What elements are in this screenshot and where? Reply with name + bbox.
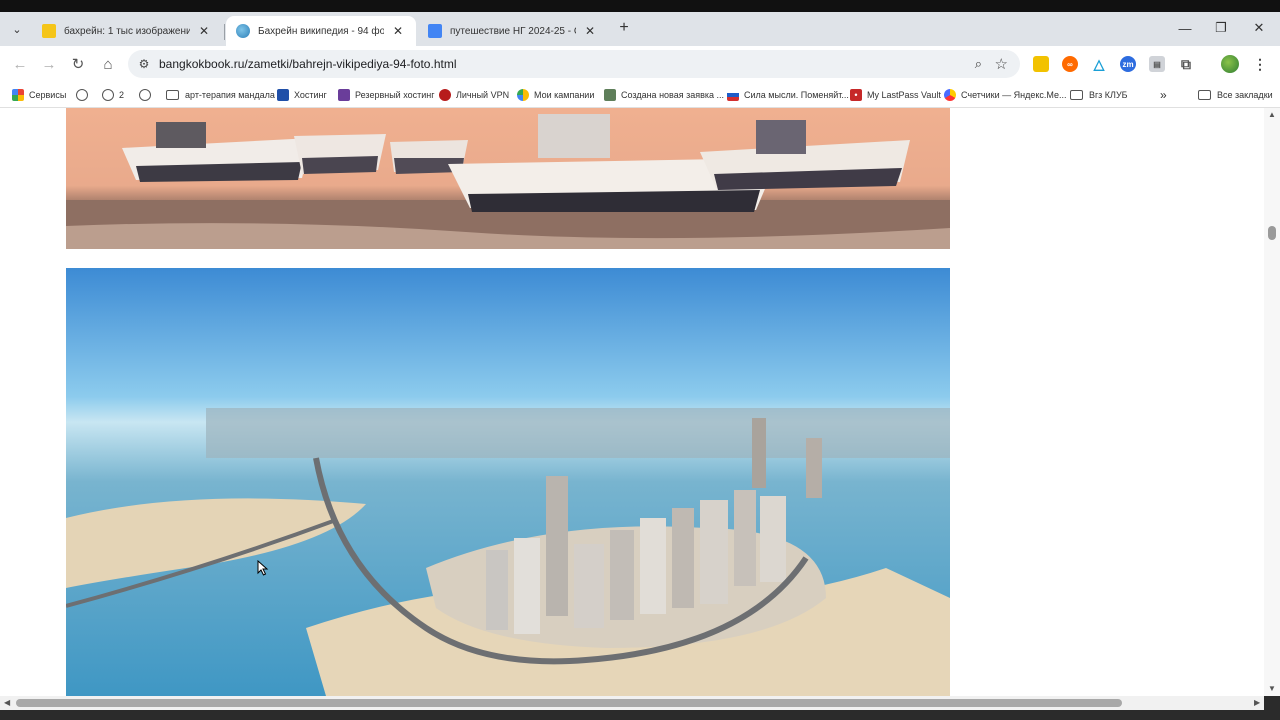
bookmark-star-icon[interactable]: ☆ [995, 55, 1008, 73]
bookmark-label: 2 [119, 90, 125, 100]
boats-photo [66, 108, 950, 249]
zoom-icon[interactable]: ⌕ [975, 56, 982, 72]
scroll-up-arrow-icon[interactable]: ▲ [1268, 110, 1276, 119]
bookmark-backup-hosting[interactable]: Резервный хостинг [338, 87, 435, 103]
campaigns-icon [517, 89, 529, 101]
globe-favicon-icon [236, 24, 250, 38]
backup-hosting-icon [338, 89, 350, 101]
bookmark-label: Все закладки [1217, 90, 1273, 100]
more-bookmarks-chevron-icon[interactable]: » [1160, 87, 1167, 103]
close-icon[interactable]: ✕ [390, 23, 406, 39]
menu-dots-icon[interactable]: ⋮ [1252, 56, 1268, 72]
horizontal-scroll-thumb[interactable] [16, 699, 1122, 707]
bookmark-label: My LastPass Vault [867, 90, 941, 100]
bookmark-label: Сила мысли. Поменяйт... [744, 90, 849, 100]
yandex-images-favicon-icon [42, 24, 56, 38]
google-docs-favicon-icon [428, 24, 442, 38]
globe-icon [102, 89, 114, 101]
tab-bahrain-images[interactable]: бахрейн: 1 тыс изображений найдено ✕ [32, 16, 222, 46]
bookmark-power-of-thought[interactable]: Сила мысли. Поменяйт... [727, 87, 849, 103]
bookmark-vgz-club[interactable]: Вгз КЛУБ [1070, 87, 1128, 103]
bookmark-label: Сервисы [29, 90, 67, 100]
bookmark-art-therapy[interactable]: арт-терапия мандала [166, 87, 275, 103]
extension-triangle-icon[interactable]: △ [1091, 56, 1107, 72]
profile-avatar[interactable] [1221, 55, 1239, 73]
browser-window: ⌄ бахрейн: 1 тыс изображений найдено ✕ Б… [0, 0, 1280, 720]
window-top-border [0, 0, 1280, 12]
city-illustration [66, 268, 950, 696]
hosting-icon [277, 89, 289, 101]
folder-icon [1198, 90, 1211, 100]
all-bookmarks[interactable]: Все закладки [1198, 87, 1273, 103]
tab-strip: ⌄ бахрейн: 1 тыс изображений найдено ✕ Б… [0, 12, 1280, 46]
vpn-icon [439, 89, 451, 101]
scroll-left-arrow-icon[interactable]: ◀ [4, 698, 10, 707]
bookmarks-bar: Сервисы 2 арт-терапия мандала Хостинг Ре… [0, 82, 1280, 108]
close-window-button[interactable]: ✕ [1244, 18, 1274, 38]
scroll-right-arrow-icon[interactable]: ▶ [1254, 698, 1260, 707]
metrica-icon [944, 89, 956, 101]
extension-yellow-icon[interactable] [1033, 56, 1049, 72]
home-button[interactable]: ⌂ [97, 54, 119, 74]
window-bottom-border [0, 710, 1280, 720]
bookmark-hosting[interactable]: Хостинг [277, 87, 327, 103]
bookmark-label: арт-терапия мандала [185, 90, 275, 100]
bookmark-vpn[interactable]: Личный VPN [439, 87, 509, 103]
globe-icon [76, 89, 88, 101]
address-bar[interactable]: ⚙ bangkokbook.ru/zametki/bahrejn-vikiped… [128, 50, 1020, 78]
bookmark-label: Вгз КЛУБ [1089, 90, 1128, 100]
bookmark-label: Резервный хостинг [355, 90, 435, 100]
tab-bahrain-wiki[interactable]: Бахрейн википедия - 94 фото ✕ [226, 16, 416, 46]
url-text[interactable]: bangkokbook.ru/zametki/bahrejn-vikipediy… [159, 57, 457, 71]
reload-button[interactable]: ↻ [67, 54, 89, 74]
new-tab-button[interactable]: + [614, 18, 634, 38]
extension-zm-icon[interactable]: zm [1120, 56, 1136, 72]
tab-separator [224, 24, 225, 40]
extension-rss-icon[interactable]: ▤ [1149, 56, 1165, 72]
bookmark-yandex-metrica[interactable]: Счетчики — Яндекс.Ме... [944, 87, 1066, 103]
globe-icon [139, 89, 151, 101]
bookmark-globe-3[interactable] [139, 87, 156, 103]
vertical-scrollbar[interactable]: ▲ ▼ [1264, 108, 1280, 696]
tab-search-button[interactable]: ⌄ [6, 20, 28, 38]
bookmark-globe-2[interactable]: 2 [102, 87, 124, 103]
bookmark-globe-1[interactable] [76, 87, 93, 103]
flag-icon [727, 89, 739, 101]
horizontal-scrollbar[interactable]: ◀ ▶ [0, 696, 1264, 710]
bookmark-label: Хостинг [294, 90, 327, 100]
bookmark-label: Мои кампании [534, 90, 595, 100]
bookmark-lastpass[interactable]: • My LastPass Vault [850, 87, 941, 103]
bahrain-city-photo [66, 268, 950, 696]
bookmark-services[interactable]: Сервисы [12, 87, 66, 103]
bookmark-label: Создана новая заявка ... [621, 90, 725, 100]
back-button[interactable]: ← [9, 54, 31, 74]
close-icon[interactable]: ✕ [582, 23, 598, 39]
folder-icon [1070, 90, 1083, 100]
folder-icon [166, 90, 179, 100]
vertical-scroll-thumb[interactable] [1268, 226, 1276, 240]
bookmark-label: Счетчики — Яндекс.Ме... [961, 90, 1067, 100]
bookmark-label: Личный VPN [456, 90, 510, 100]
bookmark-campaigns[interactable]: Мои кампании [517, 87, 594, 103]
bookmark-new-request[interactable]: Создана новая заявка ... [604, 87, 724, 103]
tab-title: бахрейн: 1 тыс изображений найдено [64, 25, 190, 37]
extensions-puzzle-icon[interactable]: ⧉ [1178, 56, 1194, 72]
apps-grid-icon [12, 89, 24, 101]
restore-button[interactable]: ❐ [1206, 18, 1236, 38]
forward-button[interactable]: → [38, 54, 60, 74]
close-icon[interactable]: ✕ [196, 23, 212, 39]
page-viewport [0, 108, 1280, 696]
tab-title: путешествие НГ 2024-25 - Google Д [450, 25, 576, 37]
mouse-cursor-icon [257, 560, 269, 576]
boats-illustration [66, 108, 950, 249]
extension-orange-icon[interactable]: ∞ [1062, 56, 1078, 72]
lastpass-icon: • [850, 89, 862, 101]
tab-title: Бахрейн википедия - 94 фото [258, 25, 384, 37]
minimize-button[interactable]: — [1170, 18, 1200, 38]
scroll-down-arrow-icon[interactable]: ▼ [1268, 684, 1276, 693]
tab-google-docs[interactable]: путешествие НГ 2024-25 - Google Д ✕ [418, 16, 608, 46]
request-icon [604, 89, 616, 101]
browser-toolbar: ← → ↻ ⌂ ⚙ bangkokbook.ru/zametki/bahrejn… [0, 46, 1280, 82]
site-info-icon[interactable]: ⚙ [136, 56, 152, 72]
